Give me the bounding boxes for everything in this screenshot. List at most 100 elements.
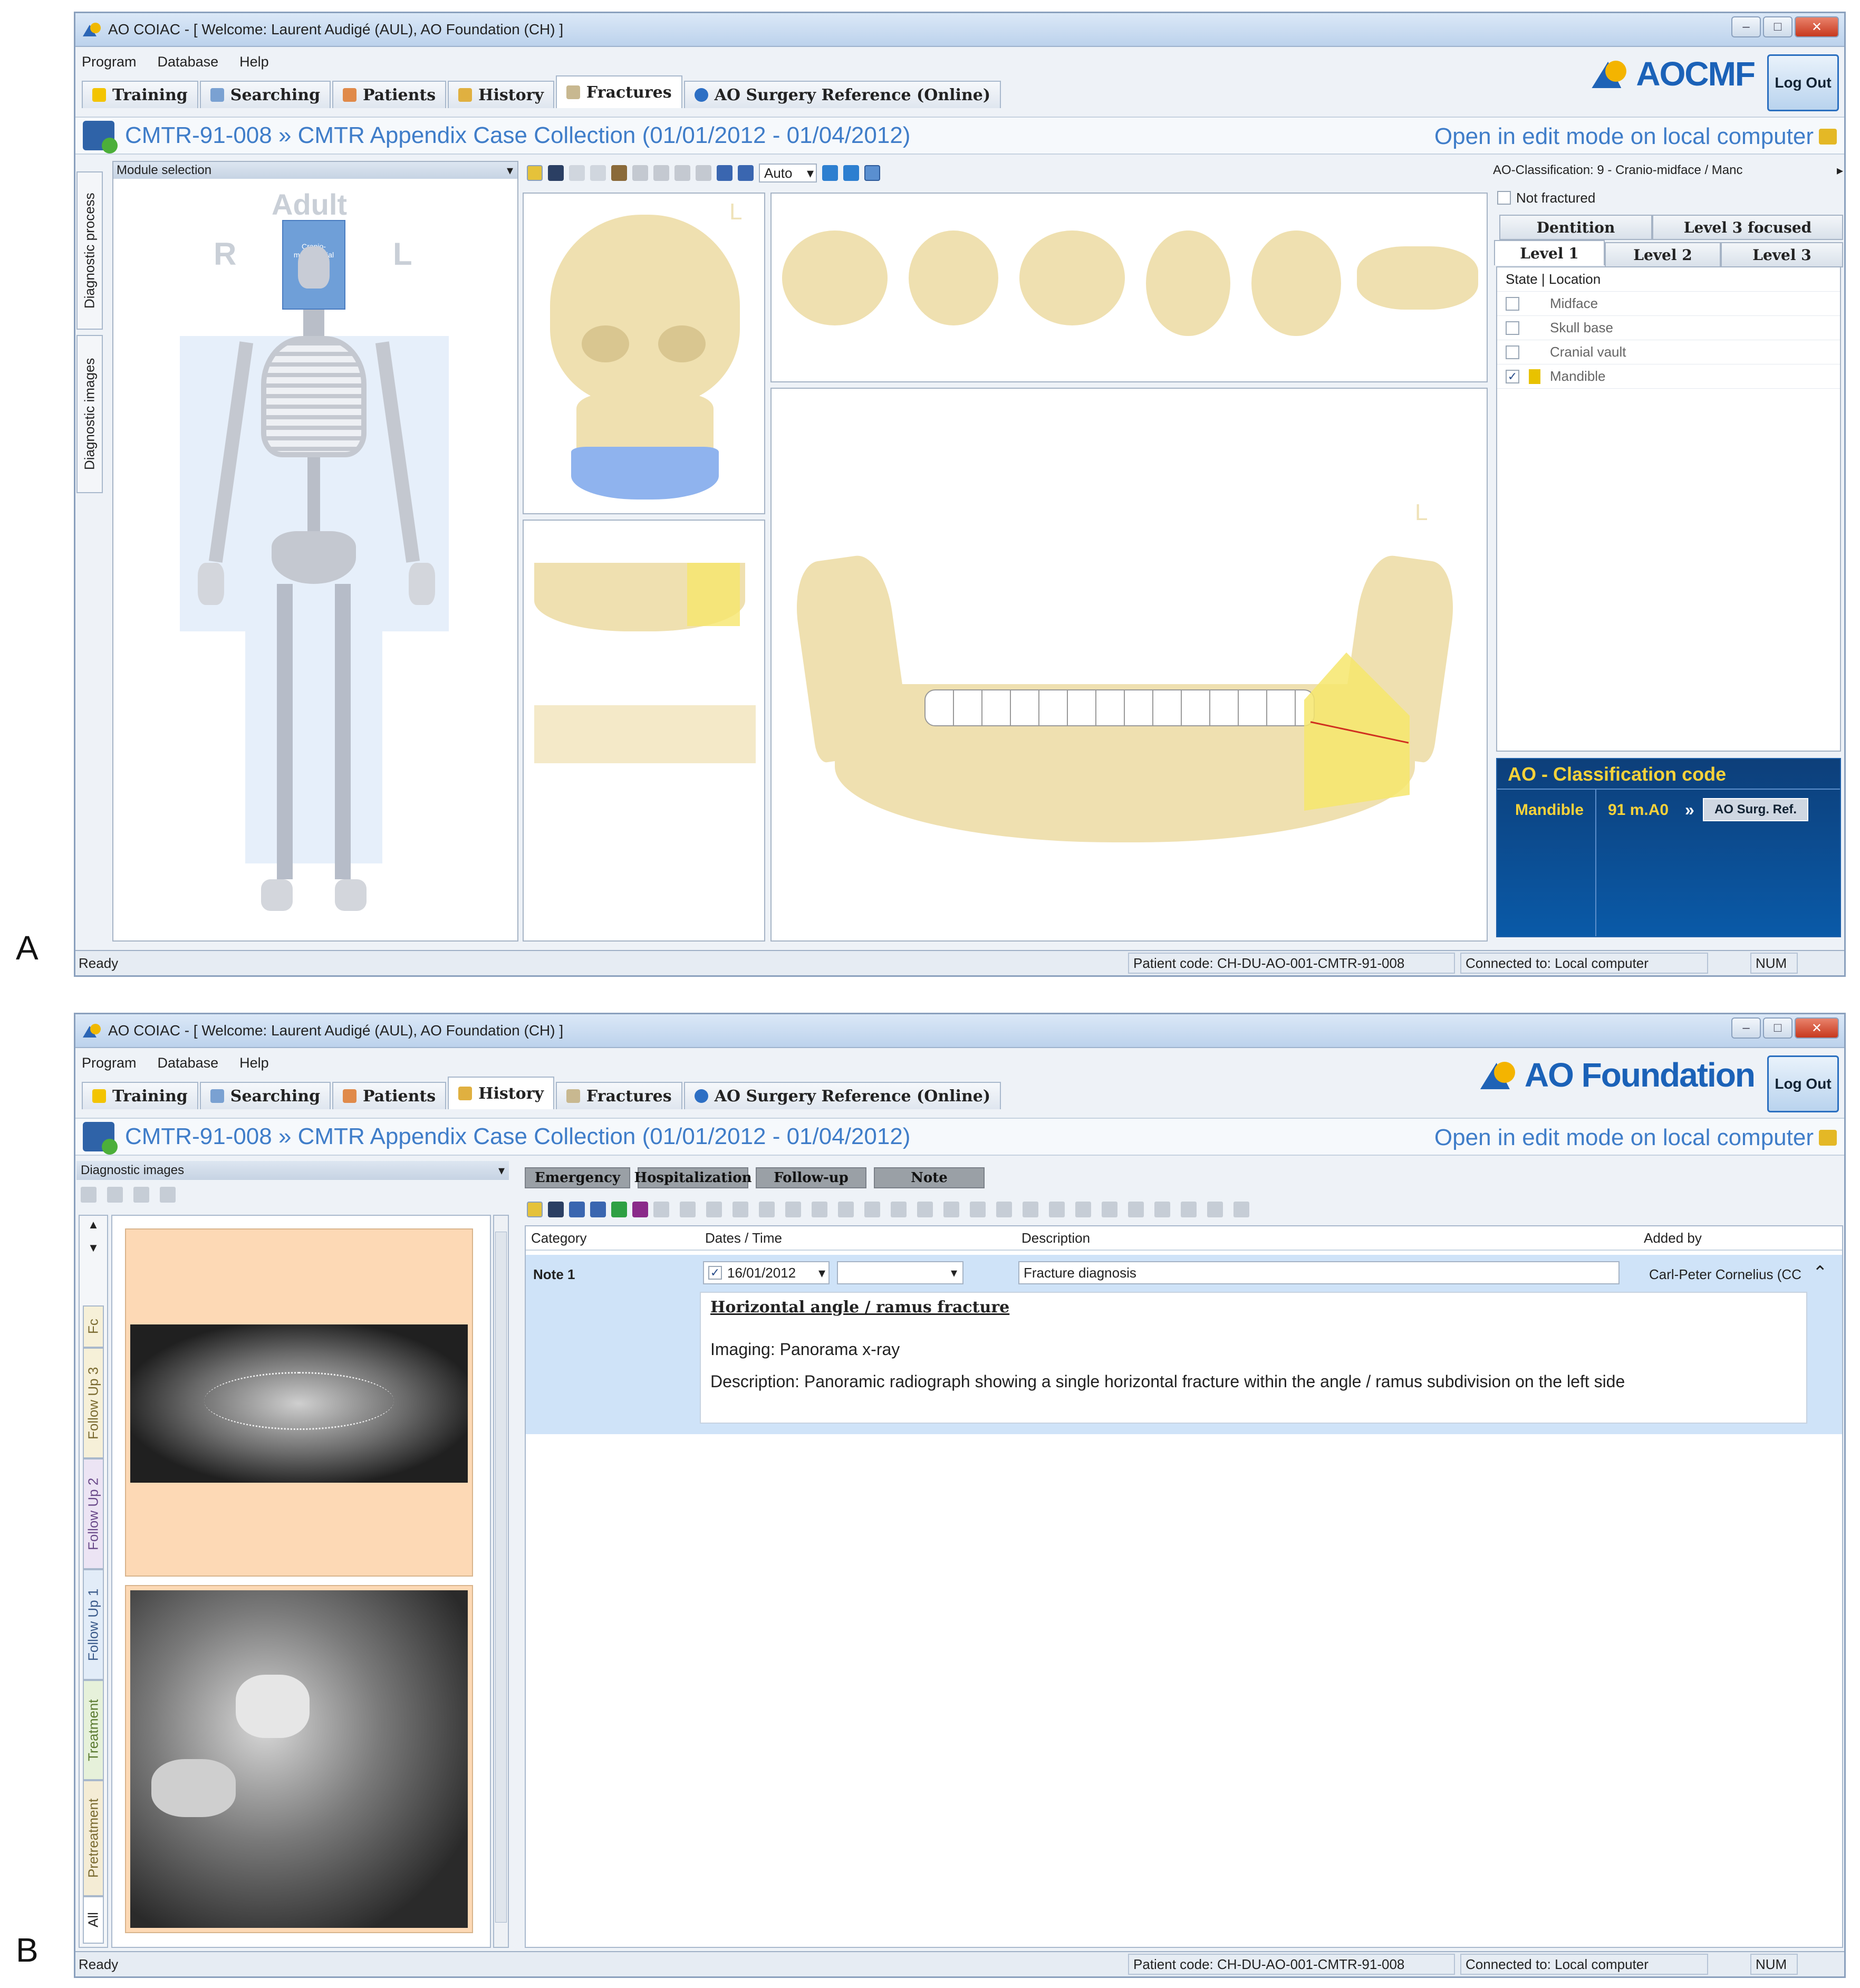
list-item[interactable]: Skull base — [1497, 316, 1840, 340]
font-size-icon[interactable] — [996, 1202, 1012, 1217]
skull-view-left-lateral[interactable] — [1019, 231, 1125, 325]
not-fractured-option[interactable]: Not fractured — [1497, 187, 1595, 208]
surgery-reference-button[interactable]: AO Surg. Ref. — [1703, 798, 1808, 821]
detail-xray-image[interactable] — [130, 1590, 468, 1928]
edit-mode-link[interactable]: Open in edit mode on local computer — [1434, 123, 1814, 150]
description-field[interactable]: Fracture diagnosis — [1018, 1261, 1620, 1284]
case-path[interactable]: CMTR-91-008 » CMTR Appendix Case Collect… — [125, 122, 910, 149]
pen-icon[interactable] — [653, 165, 669, 181]
menu-program[interactable]: Program — [82, 1055, 137, 1071]
align-right-icon[interactable] — [1154, 1202, 1170, 1217]
scroll-down-icon[interactable]: ▼ — [83, 1241, 104, 1262]
highlight-icon[interactable] — [1049, 1202, 1065, 1217]
tab-surgery-reference[interactable]: AO Surgery Reference (Online) — [683, 1082, 1001, 1109]
menu-program[interactable]: Program — [82, 54, 137, 70]
collapse-icon[interactable]: ⌃ — [1813, 1262, 1828, 1283]
tab-surgery-reference[interactable]: AO Surgery Reference (Online) — [683, 81, 1001, 108]
note-button[interactable]: Note — [874, 1167, 985, 1188]
date-picker[interactable]: ✓ 16/01/2012 ▾ — [703, 1261, 830, 1284]
tab-fractures[interactable]: Fractures — [555, 75, 682, 108]
tab-fractures[interactable]: Fractures — [555, 1082, 682, 1109]
delete-icon[interactable] — [107, 1187, 123, 1203]
print-icon[interactable] — [160, 1187, 176, 1203]
hospitalization-button[interactable]: Hospitalization — [634, 1167, 751, 1188]
tab-dentition[interactable]: Dentition — [1499, 215, 1652, 240]
bullet-list-icon[interactable] — [1075, 1202, 1091, 1217]
mandible-main-view[interactable]: L — [770, 388, 1488, 942]
maximize-button[interactable]: □ — [1763, 1017, 1792, 1039]
column-category[interactable]: Category — [531, 1230, 587, 1246]
skull-view-frontal[interactable] — [909, 231, 998, 325]
gallery-scrollbar[interactable] — [493, 1215, 509, 1948]
checkbox-checked[interactable]: ✓ — [1506, 369, 1519, 383]
superscript-icon[interactable] — [1233, 1202, 1249, 1217]
image-card[interactable] — [125, 1585, 473, 1933]
minimize-button[interactable]: – — [1731, 16, 1761, 37]
mandible-highlight[interactable] — [571, 447, 719, 500]
zoom-select[interactable]: Auto ▾ — [759, 164, 817, 183]
edit-mode-link[interactable]: Open in edit mode on local computer — [1434, 1125, 1814, 1151]
scroll-up-icon[interactable]: ▲ — [83, 1218, 104, 1239]
lower-limb-region[interactable] — [245, 631, 382, 863]
redo-icon[interactable] — [590, 165, 606, 181]
paste-icon[interactable] — [706, 1202, 722, 1217]
follow-up-button[interactable]: Follow-up — [756, 1167, 866, 1188]
bold-icon[interactable] — [733, 1202, 748, 1217]
draw-icon[interactable] — [632, 165, 648, 181]
tab-history[interactable]: History — [448, 81, 554, 108]
tab-level1[interactable]: Level 1 — [1494, 240, 1605, 265]
copy-icon[interactable] — [717, 165, 733, 181]
logout-button[interactable]: Log Out — [1767, 54, 1839, 111]
save-icon[interactable] — [548, 1202, 564, 1217]
column-description[interactable]: Description — [1021, 1230, 1090, 1246]
menu-help[interactable]: Help — [239, 54, 269, 70]
mandible-thumb-segments[interactable] — [534, 705, 756, 763]
skull-view-inferior[interactable] — [1146, 231, 1230, 336]
tab-follow-up-3[interactable]: Follow Up 3 — [83, 1348, 104, 1458]
fit-icon[interactable] — [864, 165, 880, 181]
subscript-icon[interactable] — [1207, 1202, 1223, 1217]
scroll-thumb[interactable] — [495, 1232, 507, 1923]
justify-icon[interactable] — [1181, 1202, 1197, 1217]
tab-history[interactable]: History — [448, 1077, 554, 1109]
dropdown-arrow-icon[interactable]: ▾ — [498, 1163, 505, 1178]
italic-icon[interactable] — [759, 1202, 775, 1217]
checkbox[interactable] — [1506, 296, 1519, 311]
dropdown-arrow-icon[interactable]: ▾ — [507, 163, 513, 178]
column-date[interactable]: Dates / Time — [705, 1230, 782, 1246]
refresh-icon[interactable] — [611, 1202, 627, 1217]
tab-all[interactable]: All — [83, 1896, 104, 1944]
skull-frontal-view[interactable]: L — [523, 193, 765, 514]
panoramic-xray-image[interactable] — [130, 1324, 468, 1483]
tab-treatment[interactable]: Treatment — [83, 1680, 104, 1780]
checkbox[interactable] — [1506, 321, 1519, 335]
lock-toggle-icon[interactable] — [527, 1202, 543, 1217]
new-icon[interactable] — [653, 1202, 669, 1217]
paste-icon[interactable] — [738, 165, 754, 181]
copy-icon[interactable] — [680, 1202, 696, 1217]
import-icon[interactable] — [81, 1187, 97, 1203]
select-icon[interactable] — [611, 165, 627, 181]
tab-training[interactable]: Training — [82, 81, 198, 108]
tab-diagnostic-process[interactable]: Diagnostic process — [76, 171, 103, 330]
table-row[interactable]: Note 1 ✓ 16/01/2012 ▾ ▾ Fracture diagnosis… — [526, 1255, 1842, 1434]
color-icon[interactable] — [838, 1202, 854, 1217]
time-picker[interactable]: ▾ — [837, 1261, 963, 1284]
tab-level3-focused[interactable]: Level 3 focused — [1652, 215, 1843, 240]
case-path[interactable]: CMTR-91-008 » CMTR Appendix Case Collect… — [125, 1123, 910, 1150]
close-button[interactable]: ✕ — [1795, 16, 1839, 37]
tab-level3[interactable]: Level 3 — [1721, 242, 1843, 267]
align-center-icon[interactable] — [1128, 1202, 1144, 1217]
cut-icon[interactable] — [864, 1202, 880, 1217]
close-button[interactable]: ✕ — [1795, 1017, 1839, 1039]
skull-view-right-lateral[interactable] — [782, 231, 888, 325]
tab-searching[interactable]: Searching — [199, 81, 331, 108]
column-added-by[interactable]: Added by — [1644, 1230, 1702, 1246]
export-icon[interactable] — [590, 1202, 606, 1217]
strikethrough-icon[interactable] — [812, 1202, 827, 1217]
copy-icon[interactable] — [133, 1187, 149, 1203]
menu-database[interactable]: Database — [158, 1055, 219, 1071]
underline-icon[interactable] — [785, 1202, 801, 1217]
maximize-button[interactable]: □ — [1763, 16, 1792, 37]
skull-view-base[interactable] — [1357, 246, 1478, 310]
